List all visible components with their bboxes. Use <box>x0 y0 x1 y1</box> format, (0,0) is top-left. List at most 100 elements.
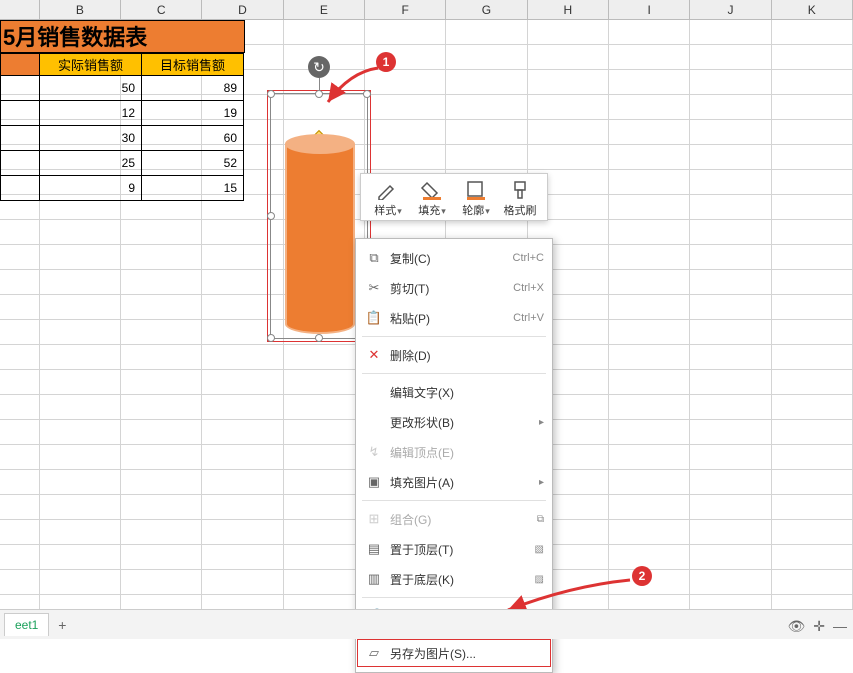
col-header-D[interactable]: D <box>202 0 283 19</box>
ctx-change-shape[interactable]: 更改形状(B) ▸ <box>356 407 552 437</box>
fill-button[interactable]: 填充 <box>411 180 453 218</box>
ctx-cut[interactable]: ✂ 剪切(T) Ctrl+X <box>356 273 552 303</box>
cell-target[interactable]: 15 <box>142 176 244 201</box>
ctx-bring-front[interactable]: ▤ 置于顶层(T) ▧ <box>356 534 552 564</box>
column-header-row: B C D E F G H I J K <box>0 0 853 20</box>
outline-button[interactable]: 轮廓 <box>455 180 497 218</box>
group-icon: ⊞ <box>364 511 384 527</box>
col-header-I[interactable]: I <box>609 0 690 19</box>
format-painter-button[interactable]: 格式刷 <box>499 180 541 218</box>
ctx-fillpic-label: 填充图片(A) <box>384 474 533 491</box>
row-label[interactable] <box>0 76 40 101</box>
table-header-actual[interactable]: 实际销售额 <box>40 53 142 76</box>
ctx-top-label: 置于顶层(T) <box>384 541 529 558</box>
resize-handle[interactable] <box>315 90 323 98</box>
resize-handle[interactable] <box>315 334 323 342</box>
ctx-edittext-label: 编辑文字(X) <box>384 384 544 401</box>
back-side-icon: ▨ <box>529 574 544 585</box>
cell-target[interactable]: 60 <box>142 126 244 151</box>
brush-label: 格式刷 <box>504 205 537 217</box>
title-cell[interactable]: 5月销售数据表 <box>0 20 245 53</box>
ctx-paste[interactable]: 📋 粘贴(P) Ctrl+V <box>356 303 552 333</box>
ctx-copy-accel: Ctrl+C <box>513 252 544 264</box>
add-sheet-button[interactable]: + <box>51 614 73 636</box>
submenu-arrow-icon: ▸ <box>533 417 544 428</box>
editpoints-icon: ↯ <box>364 444 384 460</box>
bringfront-icon: ▤ <box>364 541 384 557</box>
ctx-cut-label: 剪切(T) <box>384 280 513 297</box>
rotate-handle-icon[interactable]: ↻ <box>308 56 330 78</box>
ctx-chgshape-label: 更改形状(B) <box>384 414 533 431</box>
spreadsheet-grid[interactable]: 5月销售数据表 实际销售额 目标销售额 50 89 12 19 30 60 25… <box>0 20 853 609</box>
ctx-edit-points: ↯ 编辑顶点(E) <box>356 437 552 467</box>
submenu-arrow-icon: ▸ <box>533 477 544 488</box>
cell-actual[interactable]: 9 <box>40 176 142 201</box>
col-header-B[interactable]: B <box>40 0 121 19</box>
crosshair-icon[interactable]: ✛ <box>813 618 825 635</box>
cell-actual[interactable]: 12 <box>40 101 142 126</box>
row-label[interactable] <box>0 176 40 201</box>
cell-actual[interactable]: 25 <box>40 151 142 176</box>
col-header-E[interactable]: E <box>284 0 365 19</box>
delete-icon: ✕ <box>364 347 384 363</box>
row-label[interactable] <box>0 101 40 126</box>
paste-icon: 📋 <box>364 310 384 326</box>
group-side-icon: ⧉ <box>531 514 544 525</box>
table-row: 25 52 <box>0 151 244 176</box>
menu-separator <box>362 336 546 337</box>
sheet-tab[interactable]: eet1 <box>4 613 49 636</box>
cell-target[interactable]: 52 <box>142 151 244 176</box>
ctx-bottom-label: 置于底层(K) <box>384 571 529 588</box>
eye-icon[interactable]: 👁 <box>787 618 805 635</box>
ctx-fill-picture[interactable]: ▣ 填充图片(A) ▸ <box>356 467 552 497</box>
bucket-icon <box>420 180 444 200</box>
ctx-save-as-image[interactable]: ▱ 另存为图片(S)... <box>356 638 552 668</box>
col-header-C[interactable]: C <box>121 0 202 19</box>
cell-actual[interactable]: 30 <box>40 126 142 151</box>
ctx-paste-accel: Ctrl+V <box>513 312 544 324</box>
col-header-H[interactable]: H <box>528 0 609 19</box>
sheet-tab-bar: eet1 + 👁 ✛ — <box>0 609 853 639</box>
col-header-J[interactable]: J <box>690 0 771 19</box>
col-header-G[interactable]: G <box>446 0 527 19</box>
table-header-row: 实际销售额 目标销售额 <box>0 53 244 76</box>
status-icons: 👁 ✛ — <box>787 618 847 635</box>
row-label[interactable] <box>0 151 40 176</box>
table-header-blank[interactable] <box>0 53 40 76</box>
cell-target[interactable]: 89 <box>142 76 244 101</box>
resize-handle[interactable] <box>267 212 275 220</box>
table-row: 30 60 <box>0 126 244 151</box>
ctx-copy[interactable]: ⧉ 复制(C) Ctrl+C <box>356 243 552 273</box>
col-header-F[interactable]: F <box>365 0 446 19</box>
resize-handle[interactable] <box>267 90 275 98</box>
callout-badge-1: 1 <box>376 52 396 72</box>
resize-handle[interactable] <box>363 90 371 98</box>
ctx-send-back[interactable]: ▥ 置于底层(K) ▨ <box>356 564 552 594</box>
ctx-saveimg-label: 另存为图片(S)... <box>384 645 544 662</box>
cylinder-shape[interactable] <box>285 134 355 334</box>
outline-icon <box>464 180 488 200</box>
ctx-group: ⊞ 组合(G) ⧉ <box>356 504 552 534</box>
selected-shape-cylinder[interactable]: ↻ <box>270 93 368 339</box>
ctx-cut-accel: Ctrl+X <box>513 282 544 294</box>
ctx-delete-label: 删除(D) <box>384 347 544 364</box>
cylinder-body <box>285 144 355 324</box>
menu-separator <box>362 500 546 501</box>
brush-icon <box>508 180 532 200</box>
dash-icon[interactable]: — <box>833 618 847 635</box>
callout-badge-2: 2 <box>632 566 652 586</box>
cell-actual[interactable]: 50 <box>40 76 142 101</box>
picture-icon: ▣ <box>364 474 384 490</box>
ctx-delete[interactable]: ✕ 删除(D) <box>356 340 552 370</box>
cell-target[interactable]: 19 <box>142 101 244 126</box>
ctx-copy-label: 复制(C) <box>384 250 513 267</box>
resize-handle[interactable] <box>267 334 275 342</box>
table-row: 12 19 <box>0 101 244 126</box>
style-button[interactable]: 样式 <box>367 180 409 218</box>
row-label[interactable] <box>0 126 40 151</box>
table-row: 9 15 <box>0 176 244 201</box>
table-header-target[interactable]: 目标销售额 <box>142 53 244 76</box>
scissors-icon: ✂ <box>364 280 384 296</box>
col-header-K[interactable]: K <box>772 0 853 19</box>
ctx-edit-text[interactable]: 编辑文字(X) <box>356 377 552 407</box>
